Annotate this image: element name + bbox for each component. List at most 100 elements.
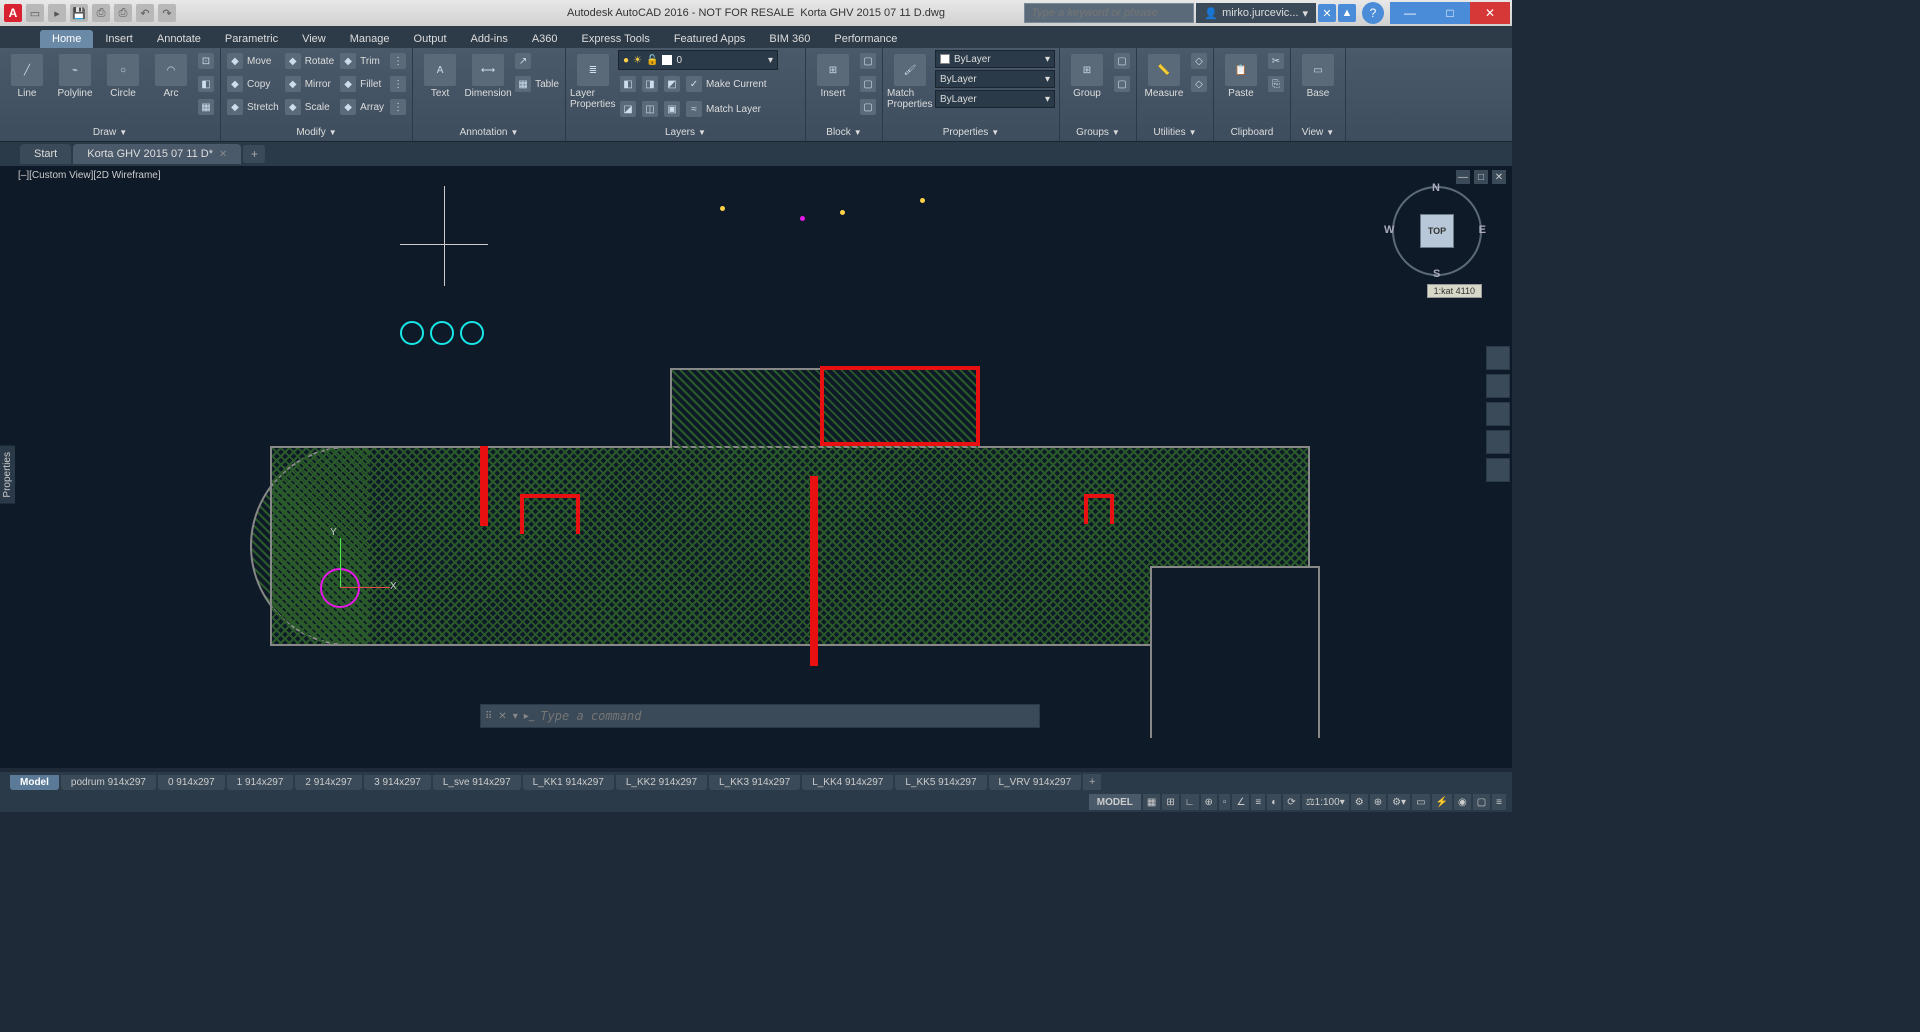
status-annoscale-combo[interactable]: ⚖ 1:100 ▾ [1302, 794, 1349, 810]
trim-button[interactable]: ◆Trim [338, 50, 386, 72]
layer-tool-button[interactable]: ◩ [662, 73, 682, 95]
ribbon-tab-bim-360[interactable]: BIM 360 [757, 30, 822, 48]
a360-icon[interactable]: ▲ [1338, 4, 1356, 22]
polyline-button[interactable]: ⌁Polyline [52, 50, 98, 99]
viewport-close-button[interactable]: ✕ [1492, 170, 1506, 184]
text-button[interactable]: AText [417, 50, 463, 99]
add-layout-button[interactable]: + [1083, 774, 1101, 790]
status-isolate-icon[interactable]: ◉ [1454, 794, 1471, 810]
qat-new-icon[interactable]: ▭ [26, 4, 44, 22]
status-annovis-icon[interactable]: ⊕ [1370, 794, 1386, 810]
status-monitor-icon[interactable]: ▭ [1412, 794, 1429, 810]
add-file-tab-button[interactable]: + [243, 145, 265, 163]
steering-wheel-icon[interactable] [1486, 346, 1510, 370]
panel-title-block[interactable]: Block▼ [810, 123, 878, 141]
match-properties-button[interactable]: 🖌Match Properties [887, 50, 933, 110]
window-maximize-button[interactable]: □ [1430, 2, 1470, 24]
status-hwacc-icon[interactable]: ⚡ [1432, 794, 1452, 810]
layout-tab[interactable]: 0 914x297 [158, 775, 225, 790]
panel-title-properties[interactable]: Properties▼ [887, 123, 1055, 141]
block-tool-button[interactable]: ▢ [858, 96, 878, 118]
ribbon-tab-home[interactable]: Home [40, 30, 93, 48]
ribbon-tab-express-tools[interactable]: Express Tools [570, 30, 662, 48]
drawing-viewport[interactable]: [–][Custom View][2D Wireframe] — □ ✕ Pro… [0, 166, 1512, 768]
rotate-button[interactable]: ◆Rotate [283, 50, 336, 72]
status-polar-icon[interactable]: ⊕ [1201, 794, 1217, 810]
line-button[interactable]: ╱Line [4, 50, 50, 99]
status-snap-icon[interactable]: ⊞ [1162, 794, 1178, 810]
status-lineweight-icon[interactable]: ≡ [1251, 794, 1265, 810]
layer-tool-button[interactable]: ▣ [662, 98, 682, 120]
showmotion-icon[interactable] [1486, 458, 1510, 482]
layout-tab[interactable]: L_KK5 914x297 [895, 775, 986, 790]
status-model-button[interactable]: MODEL [1089, 794, 1141, 810]
layout-tab[interactable]: 2 914x297 [295, 775, 362, 790]
lineweight-combo[interactable]: ByLayer▾ [935, 70, 1055, 88]
status-ortho-icon[interactable]: ∟ [1181, 794, 1199, 810]
ribbon-tab-performance[interactable]: Performance [822, 30, 909, 48]
mirror-button[interactable]: ◆Mirror [283, 73, 336, 95]
status-cycling-icon[interactable]: ⟳ [1283, 794, 1299, 810]
qat-saveas-icon[interactable]: ⎙ [92, 4, 110, 22]
modify-extra-button[interactable]: ⋮ [388, 96, 408, 118]
paste-button[interactable]: 📋Paste [1218, 50, 1264, 99]
table-button[interactable]: ▦Table [513, 73, 561, 95]
layout-tab[interactable]: L_VRV 914x297 [989, 775, 1082, 790]
command-line[interactable]: ⠿ ✕ ▾ ▸_ [480, 704, 1040, 728]
close-icon[interactable]: ✕ [219, 149, 227, 160]
app-menu-icon[interactable]: A [4, 4, 22, 22]
command-line-handle-icon[interactable]: ⠿ [485, 711, 492, 722]
modify-extra-button[interactable]: ⋮ [388, 73, 408, 95]
user-account-button[interactable]: 👤 mirko.jurcevic... ▾ [1196, 3, 1316, 23]
circle-button[interactable]: ○Circle [100, 50, 146, 99]
group-button[interactable]: ⊞Group [1064, 50, 1110, 99]
layer-combo[interactable]: ● ☀ 🔓 0 ▾ [618, 50, 778, 70]
viewport-label[interactable]: [–][Custom View][2D Wireframe] [18, 170, 161, 181]
properties-palette-tab[interactable]: Properties [0, 446, 15, 504]
layout-tab[interactable]: L_KK1 914x297 [523, 775, 614, 790]
layout-tab[interactable]: 3 914x297 [364, 775, 431, 790]
qat-undo-icon[interactable]: ↶ [136, 4, 154, 22]
layout-tab[interactable]: 1 914x297 [227, 775, 294, 790]
qat-plot-icon[interactable]: ⎙ [114, 4, 132, 22]
leader-button[interactable]: ↗ [513, 50, 561, 72]
layer-tool-button[interactable]: ◧ [618, 73, 638, 95]
qat-open-icon[interactable]: ▸ [48, 4, 66, 22]
qat-redo-icon[interactable]: ↷ [158, 4, 176, 22]
viewport-maximize-button[interactable]: □ [1474, 170, 1488, 184]
help-search-input[interactable] [1024, 3, 1194, 23]
file-tab[interactable]: Korta GHV 2015 07 11 D*✕ [73, 144, 241, 164]
ribbon-tab-manage[interactable]: Manage [338, 30, 402, 48]
panel-title-view[interactable]: View▼ [1295, 123, 1341, 141]
ribbon-tab-featured-apps[interactable]: Featured Apps [662, 30, 758, 48]
panel-title-modify[interactable]: Modify▼ [225, 123, 408, 141]
panel-title-draw[interactable]: Draw▼ [4, 123, 216, 141]
layout-tab[interactable]: L_KK4 914x297 [802, 775, 893, 790]
ribbon-tab-view[interactable]: View [290, 30, 338, 48]
exchange-icon[interactable]: ✕ [1318, 4, 1336, 22]
status-gear-icon[interactable]: ⚙ [1351, 794, 1368, 810]
scale-button[interactable]: ◆Scale [283, 96, 336, 118]
layer-tool-button[interactable]: ◫ [640, 98, 660, 120]
copy-button[interactable]: ◆Copy [225, 73, 281, 95]
block-tool-button[interactable]: ▢ [858, 50, 878, 72]
panel-title-utilities[interactable]: Utilities▼ [1141, 123, 1209, 141]
group-tool-button[interactable]: ▢ [1112, 50, 1132, 72]
arc-button[interactable]: ◠Arc [148, 50, 194, 99]
pan-icon[interactable] [1486, 374, 1510, 398]
draw-extra-button[interactable]: ⊡ [196, 50, 216, 72]
utility-tool-button[interactable]: ◇ [1189, 73, 1209, 95]
cut-button[interactable]: ✂ [1266, 50, 1286, 72]
fillet-button[interactable]: ◆Fillet [338, 73, 386, 95]
panel-title-clipboard[interactable]: Clipboard [1218, 123, 1286, 141]
status-workspace-icon[interactable]: ⚙▾ [1388, 794, 1410, 810]
status-otrack-icon[interactable]: ∠ [1232, 794, 1249, 810]
layout-tab[interactable]: L_KK3 914x297 [709, 775, 800, 790]
layer-tool-button[interactable]: ◪ [618, 98, 638, 120]
viewport-minimize-button[interactable]: — [1456, 170, 1470, 184]
window-close-button[interactable]: ✕ [1470, 2, 1510, 24]
layer-tool-button[interactable]: ◨ [640, 73, 660, 95]
array-button[interactable]: ◆Array [338, 96, 386, 118]
file-tab[interactable]: Start [20, 144, 71, 164]
zoom-icon[interactable] [1486, 402, 1510, 426]
